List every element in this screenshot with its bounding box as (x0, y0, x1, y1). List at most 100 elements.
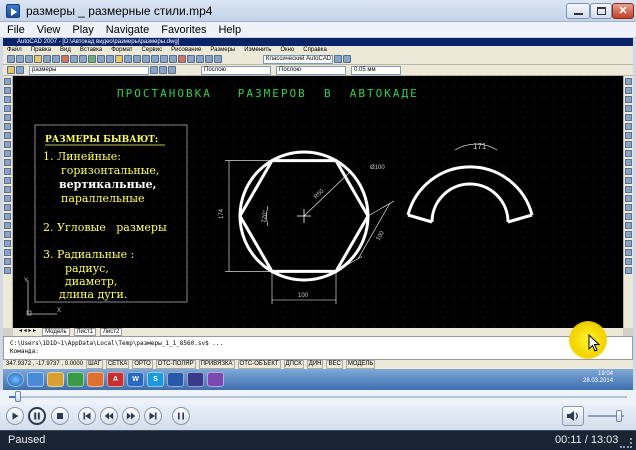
play-button[interactable] (6, 407, 24, 425)
toolbar-icon (4, 78, 11, 85)
toolbar-icon (7, 55, 15, 63)
maximize-button[interactable] (590, 3, 612, 19)
recorded-taskbar: A W S (3, 369, 633, 390)
close-icon: ✕ (618, 4, 628, 17)
toolbar-icon (4, 159, 11, 166)
frame-step-button[interactable] (172, 407, 190, 425)
layer-combo: размеры (29, 65, 149, 75)
drawing-heading: ПРОСТАНОВКА РАЗМЕРОВ В АВТОКАДЕ (117, 87, 419, 100)
toolbar-icon (25, 55, 33, 63)
menu-bar: File View Play Navigate Favorites Help (0, 22, 636, 38)
command-prompt: Команда: (10, 348, 39, 355)
autocad-status-bar: 347.9372 , -17.9737 , 0.0000 ШАГ СЕТКА О… (3, 360, 633, 369)
acad-menu-item: Правка (30, 47, 52, 53)
menu-view[interactable]: View (37, 24, 61, 36)
fast-forward-button[interactable] (122, 407, 140, 425)
toolbar-icon (4, 96, 11, 103)
minimize-icon (573, 13, 583, 15)
linetype-combo: Послою (276, 65, 346, 75)
status-osnap: ПРИВЯЗКА (198, 360, 235, 369)
toolbar-icon (169, 55, 177, 63)
toolbar-icon (4, 105, 11, 112)
window-title: размеры _ размерные стили.mp4 (26, 4, 213, 18)
rewind-icon (104, 412, 114, 420)
tray-time: 19:04 (598, 371, 614, 377)
toolbar-icon (625, 204, 632, 211)
toolbar-icon (4, 231, 11, 238)
toolbar-icon (625, 177, 632, 184)
toolbar-icon (196, 55, 204, 63)
arc-length-label: 171 (473, 142, 487, 151)
seek-thumb[interactable] (14, 391, 21, 402)
toolbar-icon (88, 55, 96, 63)
menu-help[interactable]: Help (218, 24, 241, 36)
toolbar-icon (625, 105, 632, 112)
video-frame[interactable]: AutoCAD 2007 - [D:\Автокад видео\размеры… (3, 38, 633, 390)
pause-button[interactable] (28, 407, 46, 425)
toolbar-icon (4, 213, 11, 220)
autocad-draw-toolbar (3, 76, 13, 328)
fast-forward-icon (126, 412, 136, 420)
toolbar-icon (4, 123, 11, 130)
acad-menu-item: Вставка (79, 47, 103, 53)
layout-tabs: ◂ ◂ ▸ ▸ Модель Лист1 Лист2 (13, 328, 623, 336)
toolbar-icon (625, 168, 632, 175)
status-lwt: ВЕС (326, 360, 343, 369)
toolbar-icon (142, 55, 150, 63)
status-dyn: ДИН (306, 360, 324, 369)
acad-menu-item: Окно (280, 47, 295, 53)
toolbar-icon (4, 195, 11, 202)
menu-favorites[interactable]: Favorites (161, 24, 206, 36)
command-history-line: C:\Users\1D1D~1\AppData\Local\Temp\разме… (10, 340, 224, 347)
previous-icon (83, 412, 91, 420)
seek-track[interactable] (9, 396, 627, 398)
toolbar-icon (625, 114, 632, 121)
toolbar-icon (4, 186, 11, 193)
tab-sheet2: Лист2 (99, 328, 123, 336)
mute-button[interactable] (562, 406, 584, 426)
status-snap: ШАГ (86, 360, 103, 369)
previous-button[interactable] (78, 407, 96, 425)
stop-button[interactable] (51, 407, 69, 425)
acad-menu-item: Размеры (210, 47, 236, 53)
minimize-button[interactable] (566, 3, 590, 19)
resize-grip[interactable] (620, 438, 632, 448)
toolbar-icon (205, 55, 213, 63)
toolbar-icon (625, 132, 632, 139)
acad-menu-item: Изменить (244, 47, 272, 53)
toolbar-icon (115, 55, 123, 63)
toolbar-icon (4, 204, 11, 211)
word-icon: W (127, 372, 144, 387)
menu-play[interactable]: Play (72, 24, 93, 36)
close-button[interactable]: ✕ (612, 3, 634, 19)
toolbar-icon (625, 267, 632, 274)
toolbar-icon (151, 55, 159, 63)
menu-navigate[interactable]: Navigate (106, 24, 149, 36)
rewind-button[interactable] (100, 407, 118, 425)
menu-file[interactable]: File (7, 24, 25, 36)
start-orb-icon (7, 372, 24, 387)
window-titlebar[interactable]: размеры _ размерные стили.mp4 ✕ (0, 0, 636, 22)
playback-time: 00:11 / 13:03 (555, 434, 619, 446)
toolbar-icon (4, 222, 11, 229)
system-tray-clock: 19:04 28.03.2014 (583, 371, 613, 385)
item-angular: 2. Угловые размеры (43, 221, 167, 234)
toolbar-icon (79, 55, 87, 63)
lineweight-combo: 0.05 мм (351, 65, 401, 75)
ucs-y-label: Y (24, 278, 28, 284)
toolbar-icon (61, 55, 69, 63)
tab-model: Модель (42, 328, 70, 336)
folder-icon (47, 372, 64, 387)
drawing-canvas[interactable]: ПРОСТАНОВКА РАЗМЕРОВ В АВТОКАДЕ РАЗМЕРЫ … (13, 76, 623, 328)
box-title: РАЗМЕРЫ БЫВАЮТ: (45, 135, 158, 145)
pause-icon (34, 412, 40, 420)
next-button[interactable] (144, 407, 162, 425)
toolbar-icon (4, 267, 11, 274)
acad-menu-item: Файл (7, 47, 22, 53)
volume-thumb[interactable] (615, 410, 622, 422)
status-ducs: ДПСК (283, 360, 304, 369)
toolbar-icon (625, 186, 632, 193)
toolbar-icon (106, 55, 114, 63)
toolbar-icon (4, 177, 11, 184)
toolbar-icon (16, 55, 24, 63)
